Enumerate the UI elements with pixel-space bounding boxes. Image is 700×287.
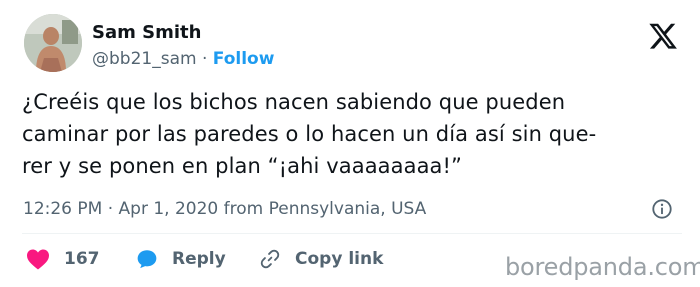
- tweet-timestamp[interactable]: 12:26 PM · Apr 1, 2020 from Pennsylvania…: [23, 199, 426, 219]
- copy-link-button[interactable]: Copy link: [259, 248, 383, 270]
- reply-icon: [137, 250, 157, 269]
- user-name[interactable]: Sam Smith: [92, 22, 201, 43]
- reply-button[interactable]: Reply: [136, 248, 226, 270]
- like-count: 167: [64, 249, 100, 269]
- avatar-photo: [24, 14, 82, 72]
- x-logo-icon[interactable]: [648, 22, 678, 50]
- tweet-line: caminar por las paredes o lo hacen un dí…: [22, 122, 597, 146]
- reply-label: Reply: [172, 249, 226, 269]
- handle-separator: ·: [201, 49, 208, 69]
- avatar[interactable]: [24, 14, 82, 72]
- tweet-line: ¿Creéis que los bichos nacen sabiendo qu…: [22, 90, 566, 114]
- link-icon: [260, 249, 280, 269]
- divider: [22, 233, 682, 234]
- watermark: boredpanda.com: [505, 253, 700, 281]
- handle-row: @bb21_sam · Follow: [92, 49, 274, 69]
- heart-icon: [27, 249, 49, 270]
- tweet-line: rer y se ponen en plan “¡ahi vaaaaaaaa!”: [22, 154, 463, 178]
- tweet-text: ¿Creéis que los bichos nacen sabiendo qu…: [22, 86, 682, 182]
- user-handle[interactable]: @bb21_sam: [92, 49, 197, 69]
- like-button[interactable]: 167: [26, 248, 100, 270]
- info-icon[interactable]: [651, 198, 673, 220]
- follow-button[interactable]: Follow: [213, 49, 275, 69]
- copy-link-label: Copy link: [295, 249, 384, 269]
